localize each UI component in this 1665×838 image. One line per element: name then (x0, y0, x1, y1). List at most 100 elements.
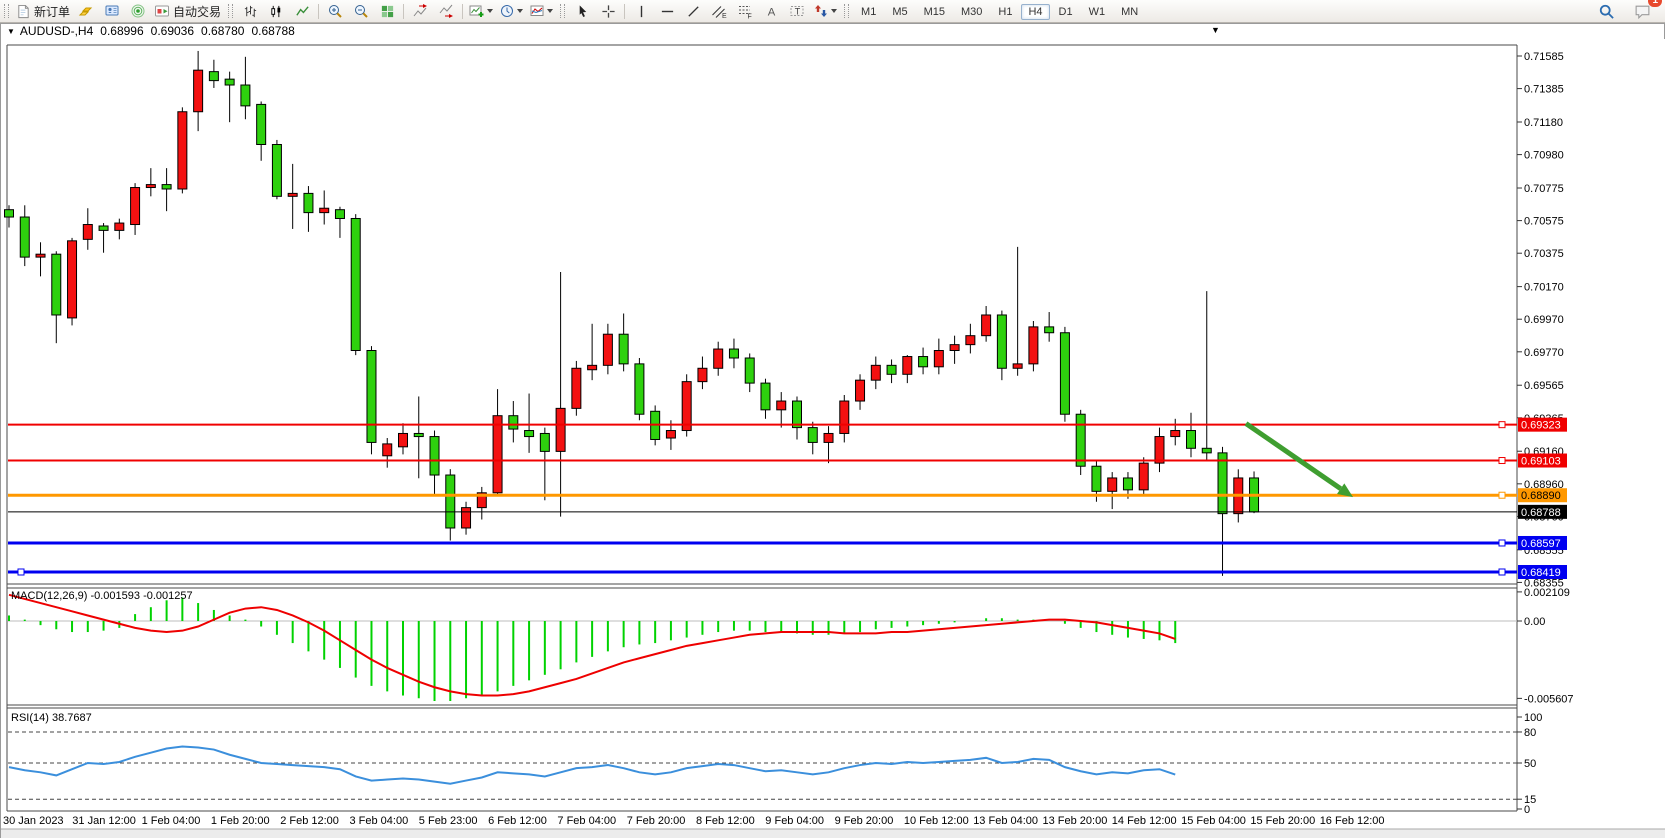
time-axis-label: 9 Feb 04:00 (765, 815, 824, 827)
line-handle[interactable] (1499, 492, 1505, 498)
candle-body (1218, 453, 1227, 514)
notification-badge: 1 (1648, 0, 1662, 7)
toolbar-grip[interactable] (844, 4, 849, 18)
chart-canvas[interactable]: 0.715850.713850.711800.709800.707750.705… (1, 39, 1665, 838)
signals-icon (130, 3, 146, 19)
tf-button-MN[interactable]: MN (1114, 4, 1145, 20)
candle-body (840, 401, 849, 433)
text-icon: A (764, 4, 779, 19)
price-badge-label: 0.69103 (1521, 456, 1561, 468)
candle-body (1108, 478, 1117, 491)
new-chart-caret (487, 9, 493, 13)
price-tick-label: 0.70775 (1524, 183, 1564, 195)
chart-shift-marker-icon[interactable]: ▼ (1211, 23, 1220, 38)
candle-body (462, 508, 471, 528)
candle-body (1123, 478, 1132, 490)
toolbar-grip[interactable] (228, 4, 233, 18)
ohlc-open: 0.68996 (100, 24, 143, 38)
candle-body (635, 364, 644, 414)
tile-windows-button[interactable] (374, 0, 400, 22)
svg-text:E: E (722, 13, 727, 19)
candle-body (241, 85, 250, 106)
price-tick-label: 0.71180 (1524, 117, 1563, 129)
candle-body (682, 382, 691, 431)
toolbar-grip[interactable] (560, 4, 565, 18)
line-handle[interactable] (1499, 458, 1505, 464)
search-button[interactable] (1593, 0, 1619, 22)
zoom-out-button[interactable] (348, 0, 374, 22)
notifications-button[interactable]: 1 (1629, 0, 1655, 22)
templates-icon (529, 3, 545, 19)
equidistant-channel-icon: E (711, 3, 727, 19)
vertical-line-button[interactable] (628, 0, 654, 22)
tf-button-M1[interactable]: M1 (854, 4, 883, 20)
candle-body (793, 401, 802, 428)
candle-body (383, 444, 392, 456)
market-watch-button[interactable] (73, 0, 99, 22)
autotrade-button[interactable]: 自动交易 (151, 0, 224, 22)
candlestick-chart-button[interactable] (263, 0, 289, 22)
candle-body (351, 218, 360, 350)
toolbar-grip[interactable] (4, 4, 9, 18)
candle-body (493, 416, 502, 493)
bar-chart-icon (243, 4, 258, 19)
candle-body (99, 226, 108, 230)
horizontal-line-button[interactable] (654, 0, 680, 22)
signals-button[interactable] (125, 0, 151, 22)
periods-button[interactable] (496, 0, 526, 22)
autotrade-label: 自动交易 (173, 3, 221, 20)
crosshair-button[interactable] (595, 0, 621, 22)
market-watch-icon (78, 3, 94, 19)
tf-button-D1[interactable]: D1 (1052, 4, 1080, 20)
text-label-icon: T (789, 3, 805, 19)
line-handle[interactable] (18, 569, 24, 575)
toolbar-right: 1 (1593, 0, 1665, 22)
time-axis-label: 2 Feb 12:00 (280, 815, 339, 827)
zoom-in-button[interactable] (322, 0, 348, 22)
tf-button-M30[interactable]: M30 (954, 4, 989, 20)
line-handle[interactable] (1499, 569, 1505, 575)
line-handle[interactable] (1499, 540, 1505, 546)
arrows-caret (831, 9, 837, 13)
candle-body (871, 365, 880, 380)
time-axis-label: 14 Feb 12:00 (1112, 815, 1177, 827)
templates-button[interactable] (526, 0, 556, 22)
text-label-button[interactable]: T (784, 0, 810, 22)
cursor-button[interactable] (569, 0, 595, 22)
time-axis-label: 13 Feb 04:00 (973, 815, 1038, 827)
candle-body (950, 345, 959, 351)
time-axis-label: 10 Feb 12:00 (904, 815, 969, 827)
tf-button-H4[interactable]: H4 (1021, 4, 1049, 20)
autotrade-icon (154, 3, 170, 19)
tf-button-W1[interactable]: W1 (1082, 4, 1113, 20)
chat-icon (1634, 3, 1651, 20)
autoscroll-button[interactable] (433, 0, 459, 22)
time-axis-label: 16 Feb 12:00 (1320, 815, 1385, 827)
equidistant-channel-button[interactable]: E (706, 0, 732, 22)
line-handle[interactable] (1499, 422, 1505, 428)
tf-button-M5[interactable]: M5 (885, 4, 914, 20)
candle-body (68, 241, 77, 318)
candle-body (603, 334, 612, 365)
candle-body (36, 254, 45, 257)
tf-button-H1[interactable]: H1 (991, 4, 1019, 20)
trendline-button[interactable] (680, 0, 706, 22)
shift-end-button[interactable] (407, 0, 433, 22)
time-axis-label: 9 Feb 20:00 (835, 815, 894, 827)
candle-body (714, 349, 723, 368)
macd-tick-label: -0.005607 (1524, 693, 1574, 705)
bar-chart-button[interactable] (237, 0, 263, 22)
tf-button-M15[interactable]: M15 (917, 4, 952, 20)
rsi-label: RSI(14) 38.7687 (11, 712, 92, 724)
expander-icon[interactable]: ▼ (7, 27, 15, 36)
new-order-button[interactable]: 新订单 (13, 0, 73, 22)
arrows-button[interactable] (810, 0, 840, 22)
line-chart-button[interactable] (289, 0, 315, 22)
text-button[interactable]: A (758, 0, 784, 22)
terminal-button[interactable] (99, 0, 125, 22)
new-chart-button[interactable] (466, 0, 496, 22)
fibonacci-button[interactable]: F (732, 0, 758, 22)
time-axis-label: 13 Feb 20:00 (1043, 815, 1108, 827)
candle-body (414, 433, 423, 436)
timeframe-group: M1M5M15M30H1H4D1W1MN (853, 4, 1146, 18)
